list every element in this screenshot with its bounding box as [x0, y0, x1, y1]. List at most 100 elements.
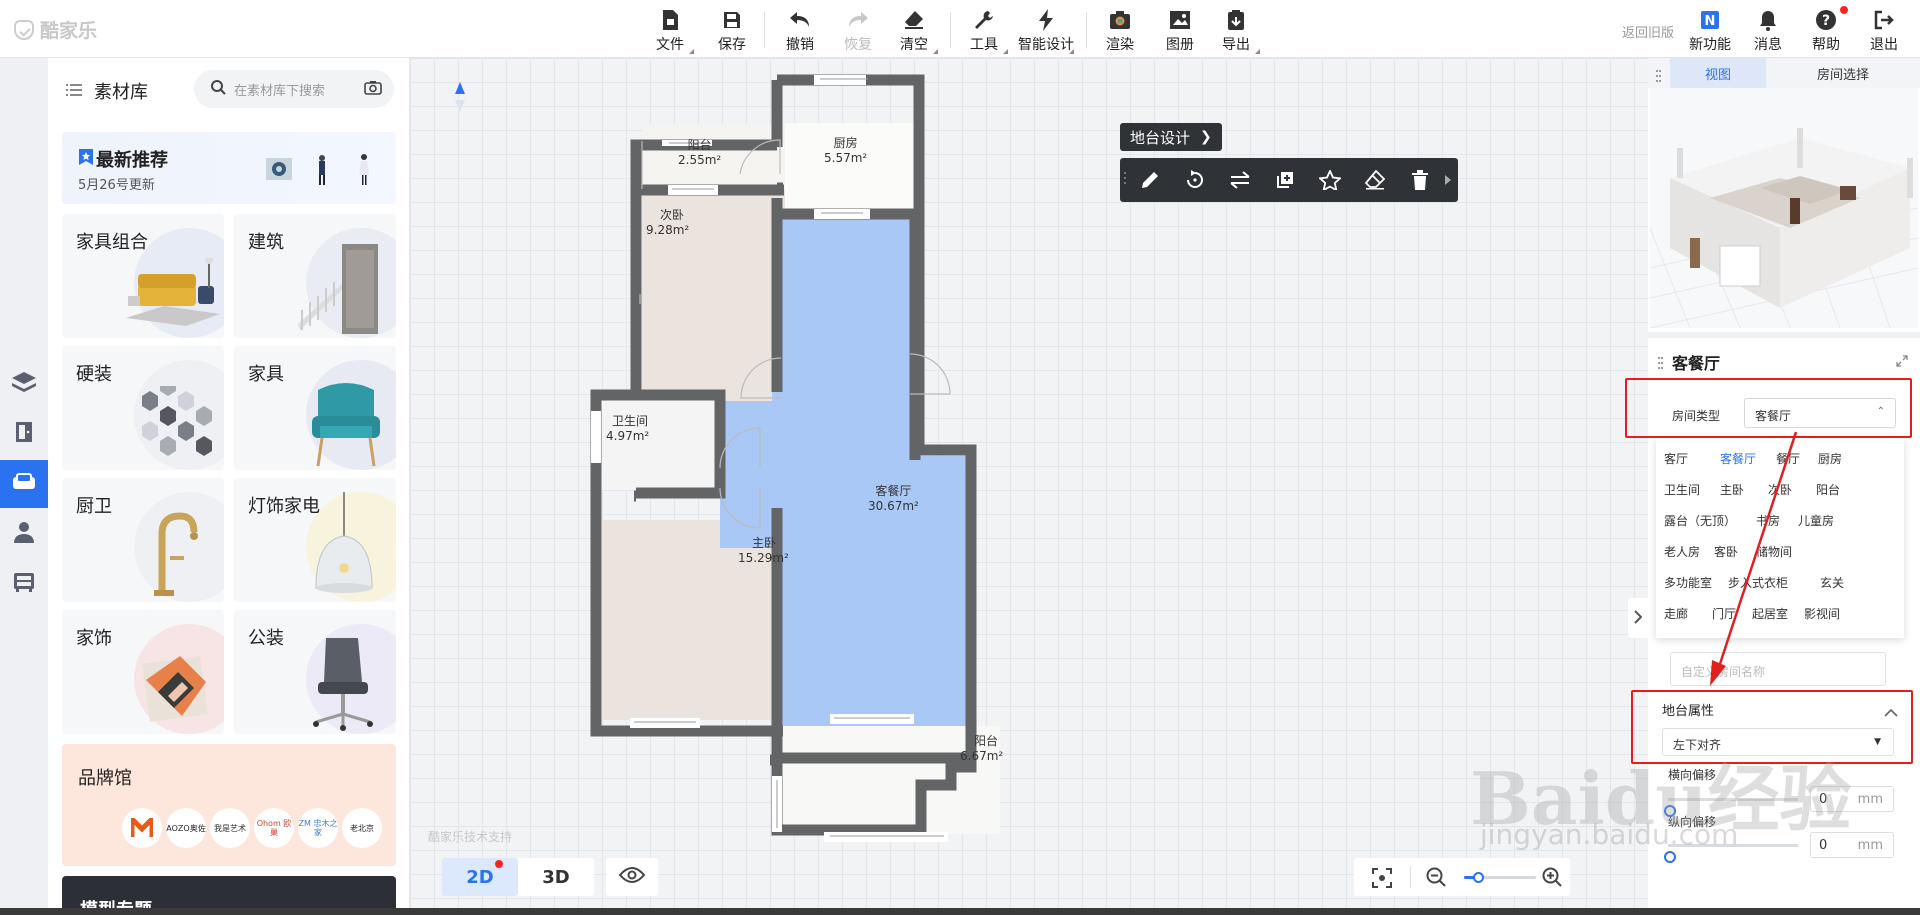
- latest-recommend-card[interactable]: 最新推荐 5月26号更新: [62, 132, 396, 204]
- album-button[interactable]: 图册: [1154, 8, 1206, 54]
- platform-design-button[interactable]: 地台设计 ❯: [1120, 123, 1222, 151]
- list-menu-icon[interactable]: [66, 82, 82, 101]
- category-label: 家具组合: [76, 232, 148, 253]
- smart-design-button[interactable]: 智能设计: [1016, 8, 1076, 54]
- room-label-kitchen[interactable]: 厨房 5.57m²: [824, 136, 867, 166]
- eraser-icon[interactable]: [1363, 168, 1387, 192]
- room-type-option[interactable]: 阳台: [1816, 481, 1840, 498]
- toolbar-expand-icon[interactable]: [1442, 168, 1454, 192]
- 3d-view-button[interactable]: 3D: [518, 858, 594, 896]
- brand-logo-zm[interactable]: ZM 忠木之家: [298, 808, 338, 848]
- category-furniture[interactable]: 家具: [234, 346, 396, 470]
- brand-logo-m[interactable]: [122, 808, 162, 848]
- 2d-view-button[interactable]: 2D: [442, 858, 518, 896]
- app-logo[interactable]: 酷家乐: [14, 16, 97, 43]
- 2d-notification-dot: [495, 860, 503, 868]
- rail-door-button[interactable]: [6, 416, 42, 452]
- drag-handle-icon[interactable]: [1656, 67, 1661, 86]
- category-hard-decoration[interactable]: 硬装: [62, 346, 224, 470]
- brand-hall-card[interactable]: 品牌馆 AOZO奥佐 我是艺术 Ohom 欧巢 ZM 忠木之家 老北京: [62, 744, 396, 866]
- floorplan-canvas[interactable]: 阳台 2.55m² 厨房 5.57m² 次卧 9.28m² 卫生间 4.97m² 客餐厅…: [410, 58, 1648, 915]
- logout-label: 退出: [1870, 37, 1898, 53]
- rail-cabinet-button[interactable]: [6, 566, 42, 602]
- zoom-slider-thumb[interactable]: [1473, 872, 1485, 883]
- category-furniture-sets[interactable]: 家具组合: [62, 214, 224, 338]
- brand-logo-art[interactable]: 我是艺术: [210, 808, 250, 848]
- redo-button[interactable]: 恢复: [832, 8, 884, 54]
- undo-button[interactable]: 撤销: [774, 8, 826, 54]
- image-search-camera-icon[interactable]: [364, 80, 382, 99]
- recommend-date: 5月26号更新: [78, 178, 155, 193]
- collapse-right-panel-button[interactable]: [1628, 598, 1648, 638]
- copy-icon[interactable]: [1273, 168, 1297, 192]
- tab-room-select[interactable]: 房间选择: [1788, 58, 1898, 88]
- expand-icon[interactable]: [1896, 352, 1908, 371]
- visibility-toggle-button[interactable]: [606, 858, 658, 896]
- preview-tabs: 视图 房间选择: [1648, 58, 1920, 88]
- back-to-old-version-link[interactable]: 返回旧版: [1622, 22, 1674, 41]
- library-search-input[interactable]: 在素材库下搜索: [194, 70, 394, 108]
- eye-icon: [618, 867, 646, 887]
- drag-handle-icon[interactable]: [1658, 354, 1663, 373]
- brand-logo-aozo[interactable]: AOZO奥佐: [166, 808, 206, 848]
- redo-icon: [832, 8, 884, 32]
- help-button[interactable]: ? 帮助: [1800, 8, 1852, 54]
- eraser-icon: [888, 8, 940, 32]
- brand-logo-laobeijing[interactable]: 老北京: [342, 808, 382, 848]
- new-feature-button[interactable]: N 新功能: [1684, 8, 1736, 54]
- brand-logo-ohom[interactable]: Ohom 欧巢: [254, 808, 294, 848]
- zoom-slider[interactable]: [1464, 872, 1536, 883]
- office-chair-image: [313, 638, 373, 731]
- vertical-offset-thumb[interactable]: [1664, 851, 1676, 863]
- category-architecture[interactable]: 建筑: [234, 214, 396, 338]
- tools-button[interactable]: 工具: [958, 8, 1010, 54]
- room-label-balcony-north[interactable]: 阳台 2.55m²: [678, 138, 721, 168]
- room-type-option[interactable]: 走廊: [1664, 605, 1688, 622]
- pencil-icon[interactable]: [1138, 168, 1162, 192]
- rail-library-button[interactable]: [0, 460, 48, 508]
- svg-text:?: ?: [1822, 13, 1830, 29]
- save-button[interactable]: 保存: [706, 8, 758, 54]
- export-button[interactable]: 导出: [1210, 8, 1262, 54]
- view-mode-switch: 2D 3D: [442, 858, 594, 896]
- album-label: 图册: [1166, 37, 1194, 53]
- user-icon: [13, 520, 35, 548]
- search-icon: [210, 79, 226, 99]
- category-commercial[interactable]: 公装: [234, 610, 396, 734]
- room-type-option[interactable]: 卫生间: [1664, 481, 1700, 498]
- rotate-icon[interactable]: [1183, 168, 1207, 192]
- logout-button[interactable]: 退出: [1858, 8, 1910, 54]
- room-label-bathroom[interactable]: 卫生间 4.97m²: [606, 414, 649, 444]
- room-type-option[interactable]: 客厅: [1664, 450, 1688, 467]
- help-label: 帮助: [1812, 37, 1840, 53]
- logo-text: 酷家乐: [40, 20, 98, 42]
- flip-icon[interactable]: [1228, 168, 1252, 192]
- undo-label: 撤销: [786, 37, 814, 53]
- category-decor[interactable]: 家饰: [62, 610, 224, 734]
- file-icon: [644, 8, 696, 32]
- rail-layers-button[interactable]: [6, 366, 42, 402]
- room-type-option[interactable]: 玄关: [1820, 574, 1844, 591]
- zoom-in-icon[interactable]: [1542, 867, 1562, 891]
- clear-button[interactable]: 清空: [888, 8, 940, 54]
- file-button[interactable]: 文件: [644, 8, 696, 54]
- category-label: 公装: [248, 628, 284, 649]
- room-label-balcony-south[interactable]: 阳台 6.67m²: [960, 734, 1003, 764]
- room-type-option[interactable]: 老人房: [1664, 543, 1700, 560]
- app-root: 酷家乐 文件 保存 撤销 恢复 清空 工具 智能设计 渲染 图册 导出 返回旧版…: [0, 0, 1920, 915]
- category-lighting-appliances[interactable]: 灯饰家电: [234, 478, 396, 602]
- messages-button[interactable]: 消息: [1742, 8, 1794, 54]
- room-label-second-bedroom[interactable]: 次卧 9.28m²: [646, 208, 689, 238]
- tab-view[interactable]: 视图: [1670, 58, 1766, 88]
- trash-icon[interactable]: [1408, 168, 1432, 192]
- fit-view-icon[interactable]: [1372, 868, 1392, 892]
- category-kitchen-bath[interactable]: 厨卫: [62, 478, 224, 602]
- room-type-option[interactable]: 厨房: [1818, 450, 1842, 467]
- room-label-master-bedroom[interactable]: 主卧 15.29m²: [738, 536, 789, 566]
- room-label-living-dining[interactable]: 客餐厅 30.67m²: [868, 484, 919, 514]
- rail-user-button[interactable]: [6, 516, 42, 552]
- star-icon[interactable]: [1318, 168, 1342, 192]
- render-button[interactable]: 渲染: [1094, 8, 1146, 54]
- zoom-out-icon[interactable]: [1426, 867, 1446, 891]
- 3d-preview[interactable]: [1650, 88, 1918, 328]
